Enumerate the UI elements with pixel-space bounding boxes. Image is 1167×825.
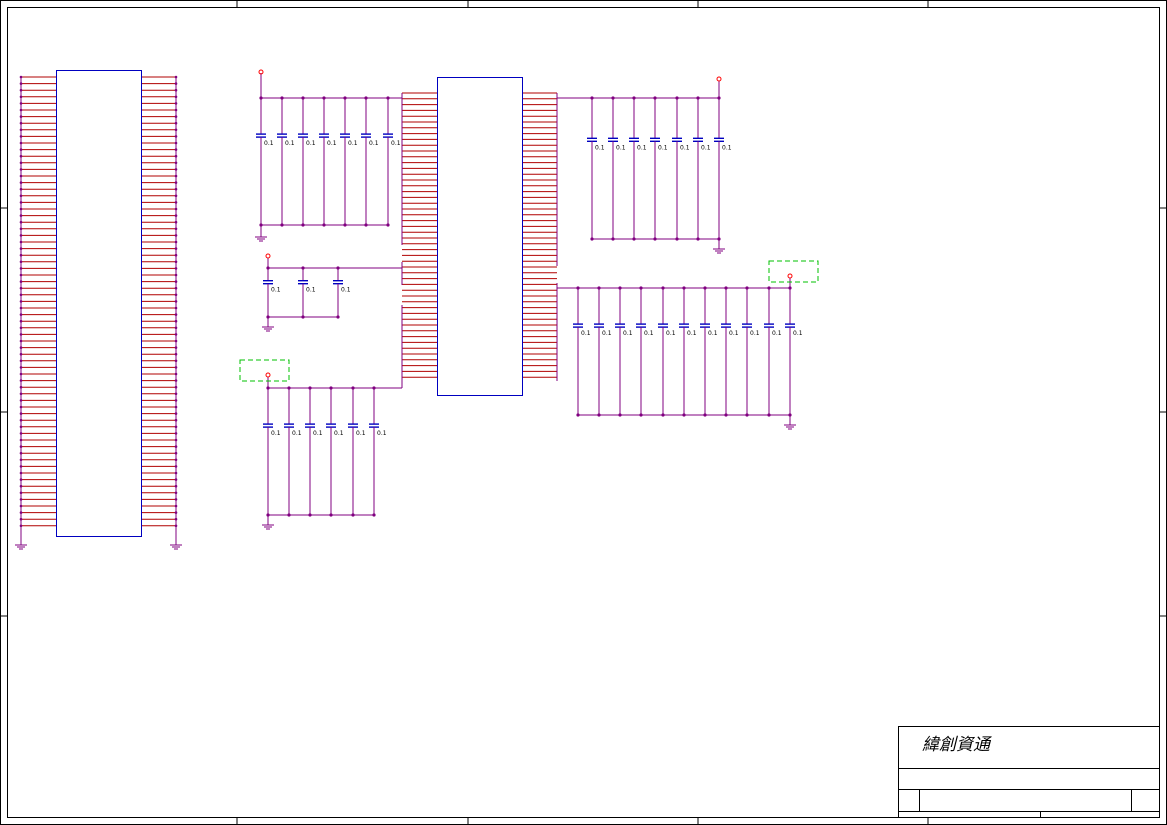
capacitor-icon: 0.1: [298, 268, 316, 317]
dashed-box-left: [239, 359, 290, 382]
capacitor-icon: 0.1: [742, 288, 760, 415]
capacitor-value: 0.1: [313, 430, 323, 437]
dashed-box-right: [768, 260, 819, 283]
capacitor-value: 0.1: [772, 330, 782, 337]
power-symbol-icon: [787, 273, 793, 279]
ground-symbol-icon: [15, 540, 27, 550]
ground-symbol-icon: [255, 232, 267, 242]
capacitor-icon: 0.1: [340, 98, 358, 225]
capacitor-icon: 0.1: [369, 388, 387, 515]
capacitor-value: 0.1: [306, 287, 316, 294]
wires: [20, 73, 792, 540]
capacitor-icon: 0.1: [298, 98, 316, 225]
capacitor-icon: 0.1: [277, 98, 295, 225]
power-symbol-icon: [265, 253, 271, 259]
capacitor-value: 0.1: [602, 330, 612, 337]
capacitor-icon: 0.1: [650, 98, 668, 239]
capacitor-value: 0.1: [595, 144, 605, 151]
capacitor-icon: 0.1: [693, 98, 711, 239]
capacitor-icon: 0.1: [305, 388, 323, 515]
power-symbol-icon: [265, 372, 271, 378]
capacitor-icon: 0.1: [714, 98, 732, 239]
capacitor-icon: 0.1: [672, 98, 690, 239]
capacitor-value: 0.1: [666, 330, 676, 337]
capacitor-icon: 0.1: [700, 288, 718, 415]
capacitor-icon: 0.1: [636, 288, 654, 415]
capacitor-icon: 0.1: [284, 388, 302, 515]
capacitor-icon: 0.1: [348, 388, 366, 515]
capacitor-icon: 0.1: [361, 98, 379, 225]
ground-symbol-icon: [170, 540, 182, 550]
capacitor-icon: 0.1: [615, 288, 633, 415]
capacitor-value: 0.1: [285, 140, 295, 147]
capacitor-icon: 0.1: [764, 288, 782, 415]
capacitor-value: 0.1: [306, 140, 316, 147]
capacitor-icon: 0.1: [383, 98, 401, 225]
capacitor-icon: 0.1: [263, 388, 281, 515]
connector-body[interactable]: [56, 70, 142, 537]
capacitor-icon: 0.1: [594, 288, 612, 415]
ic-pins: [402, 92, 557, 378]
capacitor-icon: 0.1: [785, 288, 803, 415]
capacitor-value: 0.1: [644, 330, 654, 337]
company-name: 緯創資通: [922, 735, 992, 755]
capacitor-icon: 0.1: [326, 388, 344, 515]
capacitor-value: 0.1: [271, 287, 281, 294]
ground-symbol-icon: [262, 520, 274, 530]
capacitor-icon: 0.1: [573, 288, 591, 415]
capacitor-value: 0.1: [264, 140, 274, 147]
capacitor-value: 0.1: [729, 330, 739, 337]
capacitor-value: 0.1: [680, 144, 690, 151]
capacitor-icon: 0.1: [658, 288, 676, 415]
capacitor-icon: 0.1: [587, 98, 605, 239]
capacitor-value: 0.1: [793, 330, 803, 337]
capacitor-value: 0.1: [341, 287, 351, 294]
capacitor-value: 0.1: [701, 144, 711, 151]
capacitor-value: 0.1: [708, 330, 718, 337]
capacitor-icon: 0.1: [263, 268, 281, 317]
ground-symbol-icon: [262, 322, 274, 332]
schematic-sheet: 0.1 0.1 0.1 0.1 0.1 0.1 0.1 0.1 0.1 0.1 0.1 0.1 0.1 0…: [0, 0, 1167, 825]
capacitor-value: 0.1: [271, 430, 281, 437]
capacitor-value: 0.1: [391, 140, 401, 147]
ic-body[interactable]: [437, 77, 523, 396]
capacitor-icon: 0.1: [721, 288, 739, 415]
capacitor-icon: 0.1: [319, 98, 337, 225]
capacitor-icon: 0.1: [333, 268, 351, 317]
capacitor-icon: 0.1: [608, 98, 626, 239]
capacitor-value: 0.1: [722, 144, 732, 151]
capacitor-value: 0.1: [356, 430, 366, 437]
capacitor-icon: 0.1: [629, 98, 647, 239]
capacitor-value: 0.1: [637, 144, 647, 151]
capacitor-banks: 0.1 0.1 0.1 0.1 0.1 0.1 0.1 0.1 0.1 0.1 0.1 0.1 0.1 0…: [256, 98, 803, 515]
capacitor-value: 0.1: [369, 140, 379, 147]
capacitor-icon: 0.1: [256, 98, 274, 225]
capacitor-value: 0.1: [750, 330, 760, 337]
connector-pins: [19, 75, 178, 528]
capacitor-value: 0.1: [687, 330, 697, 337]
capacitor-value: 0.1: [334, 430, 344, 437]
capacitor-value: 0.1: [616, 144, 626, 151]
capacitor-value: 0.1: [327, 140, 337, 147]
ground-symbol-icon: [784, 420, 796, 430]
capacitor-value: 0.1: [658, 144, 668, 151]
capacitor-value: 0.1: [348, 140, 358, 147]
capacitor-value: 0.1: [377, 430, 387, 437]
power-symbol-icon: [716, 76, 722, 82]
capacitor-value: 0.1: [292, 430, 302, 437]
capacitor-icon: 0.1: [679, 288, 697, 415]
ground-symbol-icon: [713, 244, 725, 254]
capacitor-value: 0.1: [581, 330, 591, 337]
capacitor-value: 0.1: [623, 330, 633, 337]
